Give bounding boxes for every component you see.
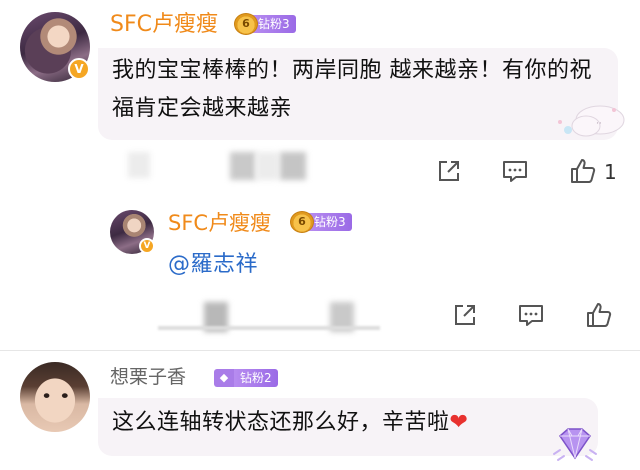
verified-badge-icon: V <box>68 58 90 80</box>
avatar[interactable] <box>20 362 90 432</box>
fan-badge-label: 钻粉3 <box>252 15 296 33</box>
comment-text: 这么连轴转状态还那么好，辛苦啦❤ <box>112 404 592 442</box>
blurred-content <box>158 326 380 330</box>
like-count: 1 <box>604 160 617 184</box>
comment-icon[interactable] <box>500 156 530 186</box>
crown-icon: 6 <box>290 211 314 233</box>
gem-decoration <box>553 428 597 461</box>
blurred-content <box>256 152 278 180</box>
fan-badge-label: 钻粉3 <box>308 213 352 231</box>
mention-link[interactable]: @羅志祥 <box>168 248 258 282</box>
svg-text:··: ·· <box>596 119 602 129</box>
blurred-content <box>280 152 306 180</box>
comment-icon[interactable] <box>516 300 546 330</box>
share-icon[interactable] <box>450 300 480 330</box>
comment-text: 我的宝宝棒棒的！两岸同胞 越来越亲！有你的祝福肯定会越来越亲 <box>112 58 592 121</box>
verified-badge-icon: V <box>139 238 155 254</box>
divider <box>0 350 640 351</box>
blurred-content <box>230 152 256 180</box>
username[interactable]: SFC卢瘦瘦 <box>110 12 218 38</box>
heart-emoji-icon: ❤ <box>449 410 469 435</box>
cloud-decoration: ·· <box>558 105 625 137</box>
like-icon[interactable] <box>584 300 614 330</box>
blurred-content <box>128 152 150 178</box>
comment-body: 这么连轴转状态还那么好，辛苦啦 <box>112 410 450 435</box>
fan-badge[interactable]: 6 钻粉3 <box>234 13 296 35</box>
fan-badge-label: 钻粉2 <box>234 369 278 387</box>
fan-badge[interactable]: 6 钻粉3 <box>290 211 352 233</box>
username[interactable]: SFC卢瘦瘦 <box>168 210 271 236</box>
like-icon[interactable] <box>568 156 598 186</box>
username[interactable]: 想栗子香 <box>110 364 186 390</box>
crown-icon: 6 <box>234 13 258 35</box>
fan-badge[interactable]: ◆ 钻粉2 <box>214 368 278 388</box>
share-icon[interactable] <box>434 156 464 186</box>
diamond-fan-icon: ◆ <box>214 369 234 387</box>
